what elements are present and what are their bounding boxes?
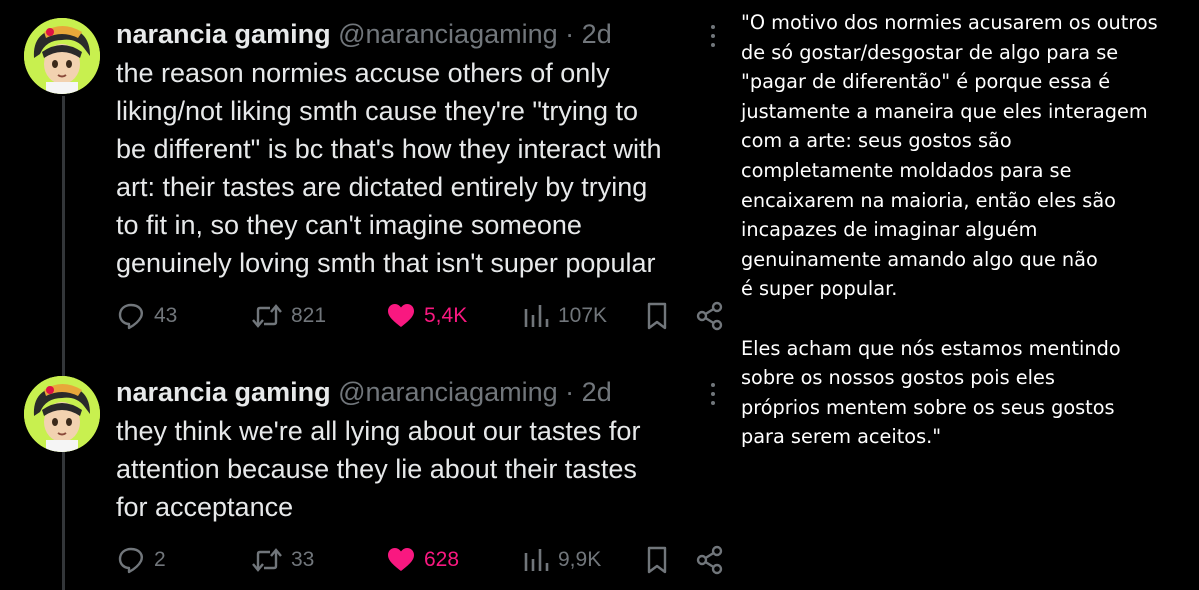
- user-handle[interactable]: @naranciagaming: [338, 377, 558, 407]
- tweet-text-line: to fit in, so they can't imagine someone: [116, 210, 582, 240]
- tweet-text: the reason normies accuse others of only…: [116, 54, 726, 282]
- bookmark-button[interactable]: [645, 543, 669, 577]
- timestamp[interactable]: 2d: [582, 19, 612, 49]
- tweet-actions: 43 821 5,4K 107K: [116, 299, 726, 333]
- like-button[interactable]: 5,4K: [386, 299, 467, 333]
- like-count: 628: [424, 548, 460, 571]
- translation-paragraph-1: "O motivo dos normies acusarem os outros…: [741, 11, 1158, 301]
- tweet-1[interactable]: narancia gaming @naranciagaming · 2d the…: [0, 0, 730, 340]
- separator-dot: ·: [565, 377, 575, 407]
- views-button[interactable]: 9,9K: [522, 543, 601, 577]
- tweet-text-line: genuinely loving smth that isn't super p…: [116, 248, 656, 278]
- heart-icon: [388, 548, 414, 571]
- share-icon: [696, 545, 723, 575]
- bookmark-icon: [647, 546, 667, 574]
- tweet-actions: 2 33 628 9,9K: [116, 543, 726, 577]
- tweet-text-line: attention because they lie about their t…: [116, 454, 637, 484]
- separator-dot: ·: [565, 19, 575, 49]
- translation-paragraph-2: Eles acham que nós estamos mentindo sobr…: [741, 336, 1121, 449]
- tweet-text-line: art: their tastes are dictated entirely …: [116, 172, 648, 202]
- reply-count: 43: [154, 304, 178, 327]
- repost-button[interactable]: 33: [251, 543, 314, 577]
- user-handle[interactable]: @naranciagaming: [338, 19, 558, 49]
- tweet-2[interactable]: narancia gaming @naranciagaming · 2d the…: [0, 340, 730, 590]
- views-icon: [524, 549, 549, 571]
- more-icon: [711, 25, 715, 47]
- views-icon: [524, 305, 549, 327]
- reply-button[interactable]: 2: [116, 543, 166, 577]
- tweet-header: narancia gaming @naranciagaming · 2d: [116, 17, 612, 51]
- avatar[interactable]: [24, 376, 100, 452]
- tweet-text-line: liking/not liking smth cause they're "tr…: [116, 96, 638, 126]
- avatar[interactable]: [24, 18, 100, 94]
- translation-text: "O motivo dos normies acusarem os outros…: [741, 8, 1191, 452]
- like-button[interactable]: 628: [386, 543, 459, 577]
- repost-count: 33: [291, 548, 315, 571]
- repost-icon: [252, 304, 282, 328]
- views-button[interactable]: 107K: [522, 299, 607, 333]
- reply-icon: [118, 303, 143, 330]
- share-button[interactable]: [696, 543, 724, 577]
- like-count: 5,4K: [424, 304, 468, 327]
- more-icon: [711, 383, 715, 405]
- share-button[interactable]: [696, 299, 724, 333]
- display-name[interactable]: narancia gaming: [116, 377, 331, 407]
- repost-icon: [252, 548, 282, 572]
- more-options-button[interactable]: [702, 380, 724, 412]
- bookmark-icon: [647, 302, 667, 330]
- tweet-text-line: for acceptance: [116, 492, 294, 522]
- views-count: 107K: [558, 304, 608, 327]
- tweet-text-line: the reason normies accuse others of only: [116, 58, 610, 88]
- more-options-button[interactable]: [702, 22, 724, 54]
- repost-count: 821: [291, 304, 327, 327]
- reply-icon: [118, 547, 143, 574]
- tweet-text-line: they think we're all lying about our tas…: [116, 416, 641, 446]
- display-name[interactable]: narancia gaming: [116, 19, 331, 49]
- timestamp[interactable]: 2d: [582, 377, 612, 407]
- repost-button[interactable]: 821: [251, 299, 326, 333]
- reply-count: 2: [154, 548, 166, 571]
- reply-button[interactable]: 43: [116, 299, 177, 333]
- share-icon: [696, 301, 723, 331]
- bookmark-button[interactable]: [645, 299, 669, 333]
- tweet-text: they think we're all lying about our tas…: [116, 412, 726, 526]
- tweet-text-line: be different" is bc that's how they inte…: [116, 134, 662, 164]
- heart-icon: [388, 304, 414, 327]
- tweet-header: narancia gaming @naranciagaming · 2d: [116, 375, 612, 409]
- views-count: 9,9K: [558, 548, 602, 571]
